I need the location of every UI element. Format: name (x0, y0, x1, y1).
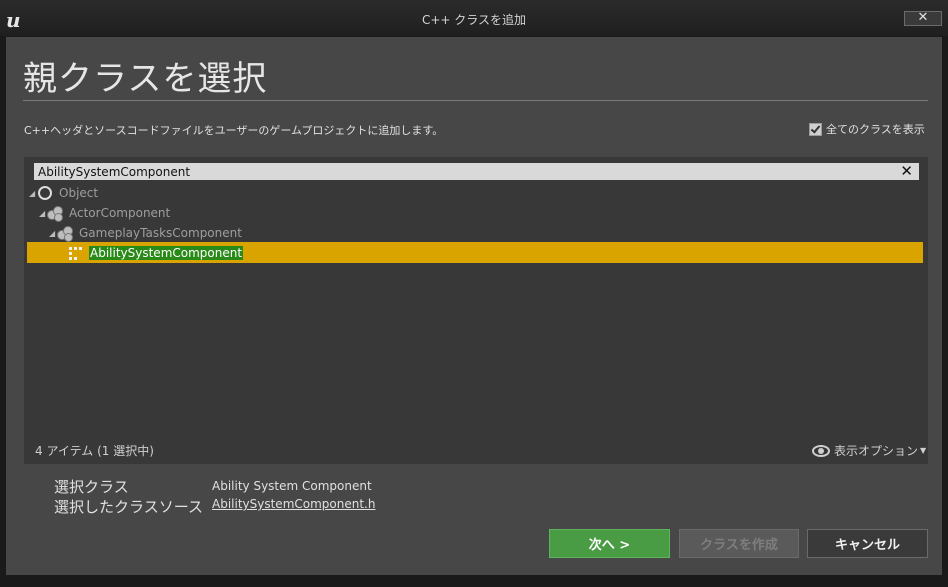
selected-class-value: Ability System Component (212, 479, 372, 493)
tree-item-label: Object (59, 186, 99, 200)
selected-source-label: 選択したクラスソース (54, 498, 203, 516)
tree-item-abilitysystemcomponent[interactable]: AbilitySystemComponent (67, 243, 244, 263)
tree-item-gameplaytaskscomponent[interactable]: ◢ GameplayTasksComponent (49, 223, 242, 243)
tree-item-label: AbilitySystemComponent (89, 246, 244, 260)
description-text: C++ヘッダとソースコードファイルをユーザーのゲームプロジェクトに追加します。 (24, 124, 444, 137)
class-tree-panel: ✕ ◢ Object ◢ ActorComponent ◢ GameplayTa… (24, 157, 928, 464)
component-gears-icon (57, 225, 73, 242)
selected-source-link[interactable]: AbilitySystemComponent.h (212, 497, 375, 511)
chevron-down-icon: ▼ (920, 446, 927, 455)
heading-divider (23, 100, 928, 101)
view-options-button[interactable]: 表示オプション ▼ (812, 442, 926, 459)
eye-icon (812, 444, 830, 457)
close-button[interactable]: ✕ (904, 11, 942, 26)
search-box[interactable]: ✕ (34, 163, 919, 180)
title-bar: u C++ クラスを追加 ✕ (0, 0, 948, 36)
show-all-checkbox[interactable] (809, 122, 822, 136)
expand-arrow-icon[interactable]: ◢ (39, 209, 47, 218)
selected-class-label: 選択クラス (54, 478, 129, 496)
next-button[interactable]: 次へ > (549, 529, 670, 558)
tree-item-label: GameplayTasksComponent (79, 226, 242, 240)
component-gears-icon (47, 205, 63, 222)
tree-item-actorcomponent[interactable]: ◢ ActorComponent (39, 203, 170, 223)
dialog-panel: 親クラスを選択 C++ヘッダとソースコードファイルをユーザーのゲームプロジェクト… (6, 37, 942, 575)
page-title: 親クラスを選択 (23, 59, 268, 99)
tree-item-label: ActorComponent (69, 206, 171, 220)
view-options-label: 表示オプション (834, 444, 919, 458)
show-all-classes-toggle[interactable]: 全てのクラスを表示 (809, 121, 925, 137)
cancel-button[interactable]: キャンセル (807, 529, 928, 558)
clear-search-icon[interactable]: ✕ (900, 163, 913, 180)
dotted-grid-icon (67, 245, 83, 261)
expand-arrow-icon[interactable]: ◢ (29, 189, 37, 198)
object-circle-icon (37, 185, 53, 201)
tree-item-object[interactable]: ◢ Object (29, 183, 98, 203)
create-class-button[interactable]: クラスを作成 (679, 529, 799, 558)
window-title: C++ クラスを追加 (421, 13, 527, 27)
show-all-label: 全てのクラスを表示 (826, 123, 925, 136)
item-count-status: 4 アイテム (1 選択中) (35, 444, 154, 458)
expand-arrow-icon[interactable]: ◢ (49, 229, 57, 238)
search-input[interactable] (38, 164, 888, 179)
